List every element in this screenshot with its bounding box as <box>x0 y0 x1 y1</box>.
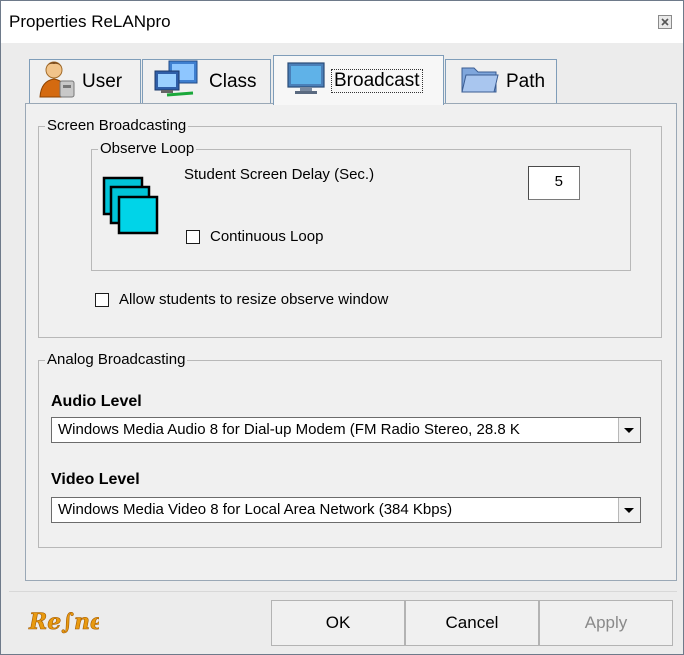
audio-level-label: Audio Level <box>51 393 142 410</box>
broadcast-tab-panel: Screen Broadcasting Observe Loop Student… <box>25 103 677 581</box>
tab-path[interactable]: Path <box>445 59 557 103</box>
chevron-down-icon[interactable] <box>618 498 640 522</box>
user-icon <box>38 59 76 105</box>
properties-dialog: Properties ReLANpro User Class Broadcast… <box>0 0 684 655</box>
tab-user-label: User <box>82 70 123 92</box>
screen-broadcasting-group: Screen Broadcasting Observe Loop Student… <box>38 117 662 338</box>
close-icon <box>661 18 669 26</box>
observe-loop-group: Observe Loop Student Screen Delay (Sec.)… <box>91 140 631 271</box>
video-level-label: Video Level <box>51 471 140 488</box>
tab-broadcast-label: Broadcast <box>331 68 423 93</box>
dialog-client: User Class Broadcast Path Screen Broadca… <box>9 43 677 592</box>
window-title: Properties ReLANpro <box>9 12 171 31</box>
continuous-loop-checkbox[interactable] <box>186 230 200 244</box>
allow-resize-label: Allow students to resize observe window <box>119 291 389 308</box>
chevron-down-icon[interactable] <box>618 418 640 442</box>
folder-icon <box>460 62 500 102</box>
continuous-loop-label: Continuous Loop <box>210 228 324 245</box>
observe-screens-icon <box>102 176 160 245</box>
allow-resize-checkbox[interactable] <box>95 293 109 307</box>
cancel-button[interactable]: Cancel <box>405 600 539 646</box>
screen-broadcasting-legend: Screen Broadcasting <box>45 117 189 135</box>
title-bar[interactable]: Properties ReLANpro <box>1 1 683 43</box>
tab-class[interactable]: Class <box>142 59 271 103</box>
student-screen-delay-label: Student Screen Delay (Sec.) <box>184 166 375 183</box>
video-level-select[interactable]: Windows Media Video 8 for Local Area Net… <box>51 497 641 523</box>
analog-broadcasting-group: Analog Broadcasting Audio Level Windows … <box>38 351 662 548</box>
audio-level-value: Windows Media Audio 8 for Dial-up Modem … <box>58 421 520 438</box>
relanpro-logo: Re∫net <box>27 605 115 644</box>
tab-broadcast[interactable]: Broadcast <box>273 55 444 105</box>
video-level-value: Windows Media Video 8 for Local Area Net… <box>58 501 453 518</box>
monitor-icon <box>286 61 326 101</box>
close-button[interactable] <box>658 15 672 29</box>
svg-text:Re∫net: Re∫net <box>28 609 99 635</box>
observe-loop-legend: Observe Loop <box>98 140 197 158</box>
tab-class-label: Class <box>209 70 257 92</box>
ok-button[interactable]: OK <box>271 600 405 646</box>
tab-user[interactable]: User <box>29 59 141 103</box>
audio-level-select[interactable]: Windows Media Audio 8 for Dial-up Modem … <box>51 417 641 443</box>
screen-delay-input[interactable]: 5 <box>528 166 580 200</box>
analog-broadcasting-legend: Analog Broadcasting <box>45 351 188 369</box>
apply-button[interactable]: Apply <box>539 600 673 646</box>
tab-path-label: Path <box>506 70 546 92</box>
class-computers-icon <box>153 59 203 105</box>
